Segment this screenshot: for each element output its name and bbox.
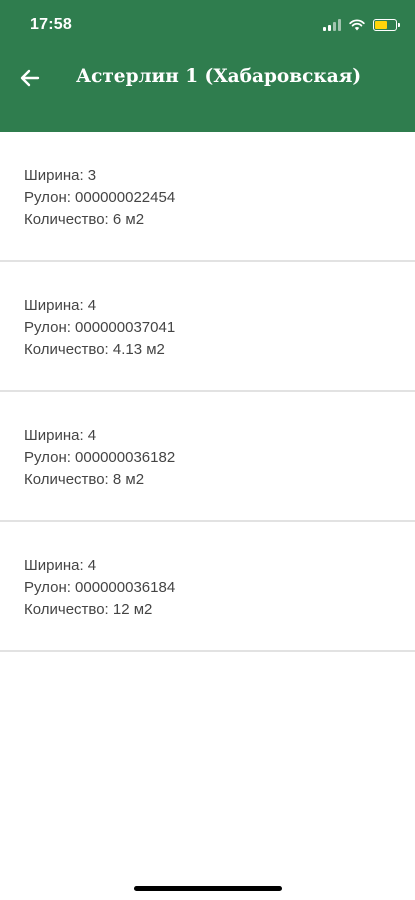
list-item[interactable]: Ширина: 3 Рулон: 000000022454 Количество… xyxy=(0,132,415,262)
status-time: 17:58 xyxy=(30,16,72,33)
back-button[interactable] xyxy=(12,60,48,96)
roll-number: Рулон: 000000037041 xyxy=(24,319,176,336)
battery-icon xyxy=(373,19,400,31)
nav-bar: Астерлин 1 (Хабаровская) xyxy=(0,48,415,108)
roll-quantity: Количество: 4.13 м2 xyxy=(24,341,165,358)
battery-level xyxy=(375,21,387,29)
roll-width: Ширина: 4 xyxy=(24,557,97,574)
list-item[interactable]: Ширина: 4 Рулон: 000000036184 Количество… xyxy=(0,522,415,652)
status-bar: 17:58 xyxy=(0,0,415,48)
roll-list: Ширина: 3 Рулон: 000000022454 Количество… xyxy=(0,132,415,652)
arrow-left-icon xyxy=(20,69,40,87)
page-title: Астерлин 1 (Хабаровская) xyxy=(76,66,362,87)
roll-number: Рулон: 000000036184 xyxy=(24,579,176,596)
cellular-signal-icon xyxy=(323,19,341,31)
status-icons xyxy=(323,18,400,32)
roll-width: Ширина: 3 xyxy=(24,167,97,184)
roll-number: Рулон: 000000036182 xyxy=(24,449,176,466)
roll-width: Ширина: 4 xyxy=(24,297,97,314)
roll-quantity: Количество: 6 м2 xyxy=(24,211,145,228)
list-item[interactable]: Ширина: 4 Рулон: 000000036182 Количество… xyxy=(0,392,415,522)
roll-quantity: Количество: 12 м2 xyxy=(24,601,153,618)
roll-number: Рулон: 000000022454 xyxy=(24,189,176,206)
wifi-icon xyxy=(349,19,365,31)
home-indicator[interactable] xyxy=(134,886,282,891)
app-header: 17:58 Астерлин 1 (Хабаровская) xyxy=(0,0,415,132)
roll-width: Ширина: 4 xyxy=(24,427,97,444)
list-item[interactable]: Ширина: 4 Рулон: 000000037041 Количество… xyxy=(0,262,415,392)
roll-quantity: Количество: 8 м2 xyxy=(24,471,145,488)
